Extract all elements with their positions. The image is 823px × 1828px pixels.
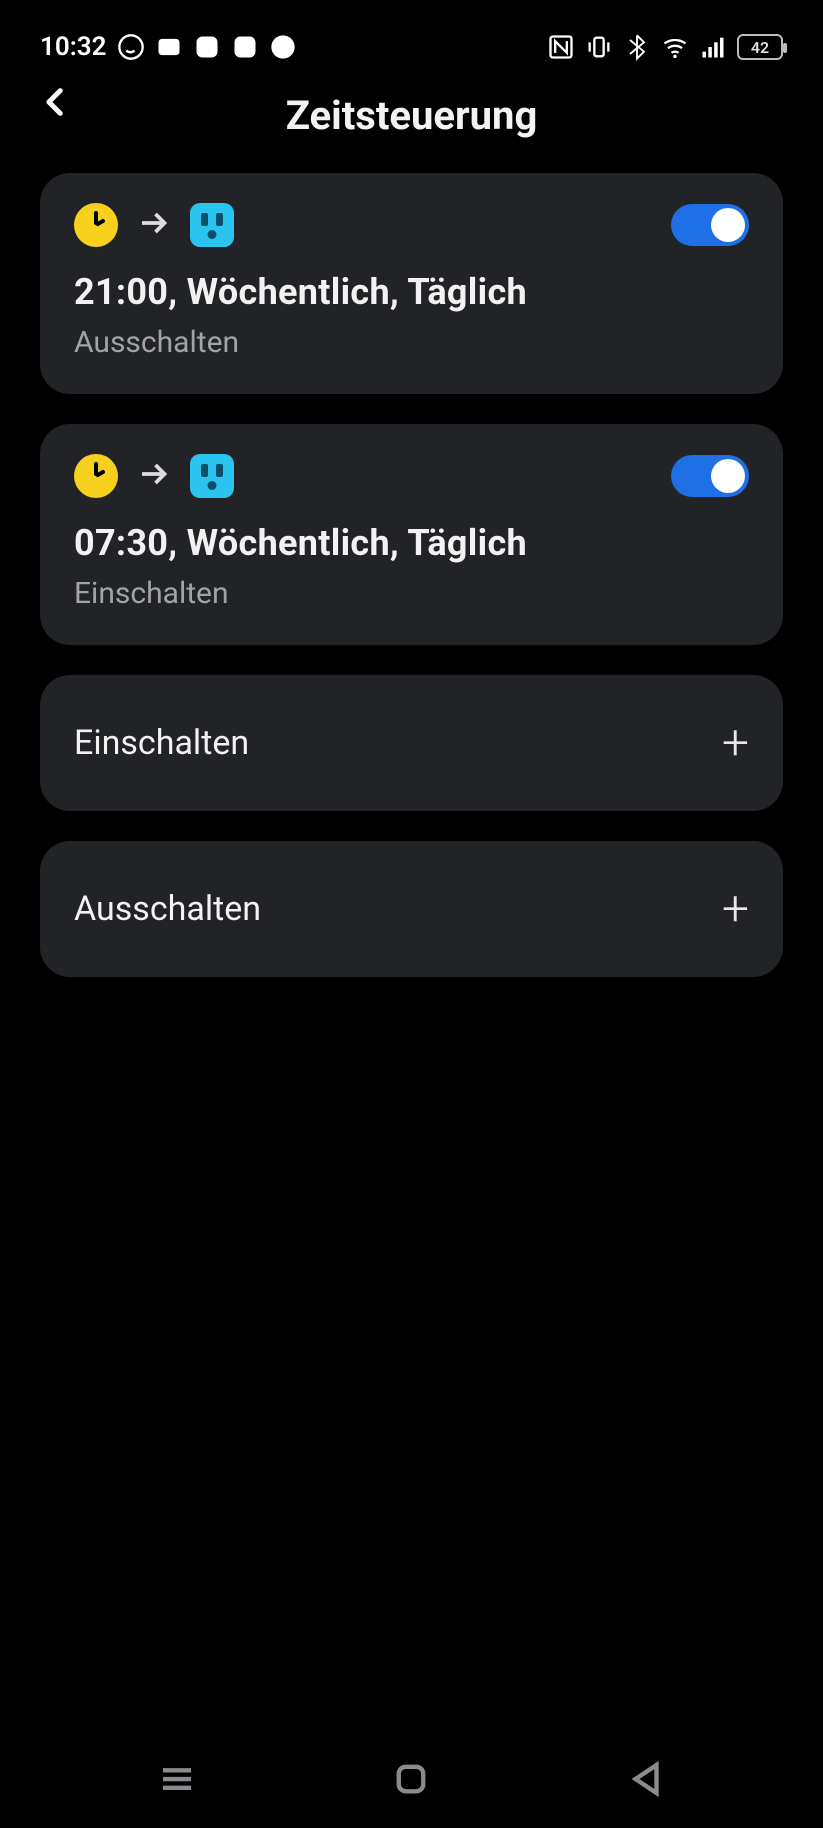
clock-icon (74, 454, 118, 498)
schedule-toggle[interactable] (671, 455, 749, 497)
schedule-card[interactable]: 21:00, Wöchentlich, Täglich Ausschalten (40, 173, 783, 394)
recent-apps-button[interactable] (156, 1758, 198, 1804)
add-turn-on-button[interactable]: Einschalten + (40, 675, 783, 811)
status-bar-right: 42 (547, 33, 783, 61)
nfc-icon (547, 33, 575, 61)
teams-icon (155, 33, 183, 61)
bluetooth-icon (623, 33, 651, 61)
home-button[interactable] (390, 1758, 432, 1804)
schedule-action: Einschalten (74, 576, 749, 611)
page-title: Zeitsteuerung (0, 92, 823, 139)
whatsapp-icon (117, 33, 145, 61)
outlet-icon (190, 454, 234, 498)
status-bar-left: 10:32 (40, 32, 297, 62)
schedule-card[interactable]: 07:30, Wöchentlich, Täglich Einschalten (40, 424, 783, 645)
status-bar: 10:32 42 (0, 0, 823, 70)
schedule-icon-group (74, 203, 234, 247)
add-action-label: Einschalten (74, 723, 249, 763)
arrow-right-icon (136, 205, 172, 245)
wifi-icon (661, 33, 689, 61)
schedule-icon-group (74, 454, 234, 498)
schedule-card-header (74, 454, 749, 498)
schedule-title: 21:00, Wöchentlich, Täglich (74, 271, 749, 313)
arrow-right-icon (136, 456, 172, 496)
app-icon-1 (193, 33, 221, 61)
back-button[interactable] (32, 78, 80, 126)
vibrate-icon (585, 33, 613, 61)
schedule-action: Ausschalten (74, 325, 749, 360)
schedule-card-header (74, 203, 749, 247)
add-action-label: Ausschalten (74, 889, 261, 929)
schedule-title: 07:30, Wöchentlich, Täglich (74, 522, 749, 564)
outlet-icon (190, 203, 234, 247)
battery-percent: 42 (751, 38, 769, 57)
page-header: Zeitsteuerung (0, 70, 823, 173)
content: 21:00, Wöchentlich, Täglich Ausschalten … (0, 173, 823, 977)
plus-icon: + (722, 885, 749, 933)
battery-icon: 42 (737, 34, 783, 60)
android-nav-bar (0, 1758, 823, 1804)
add-turn-off-button[interactable]: Ausschalten + (40, 841, 783, 977)
status-time: 10:32 (40, 32, 107, 62)
signal-icon (699, 33, 727, 61)
plus-icon: + (722, 719, 749, 767)
back-nav-button[interactable] (625, 1758, 667, 1804)
schedule-toggle[interactable] (671, 204, 749, 246)
app-icon-2 (231, 33, 259, 61)
clock-icon (74, 203, 118, 247)
app-icon-3 (269, 33, 297, 61)
